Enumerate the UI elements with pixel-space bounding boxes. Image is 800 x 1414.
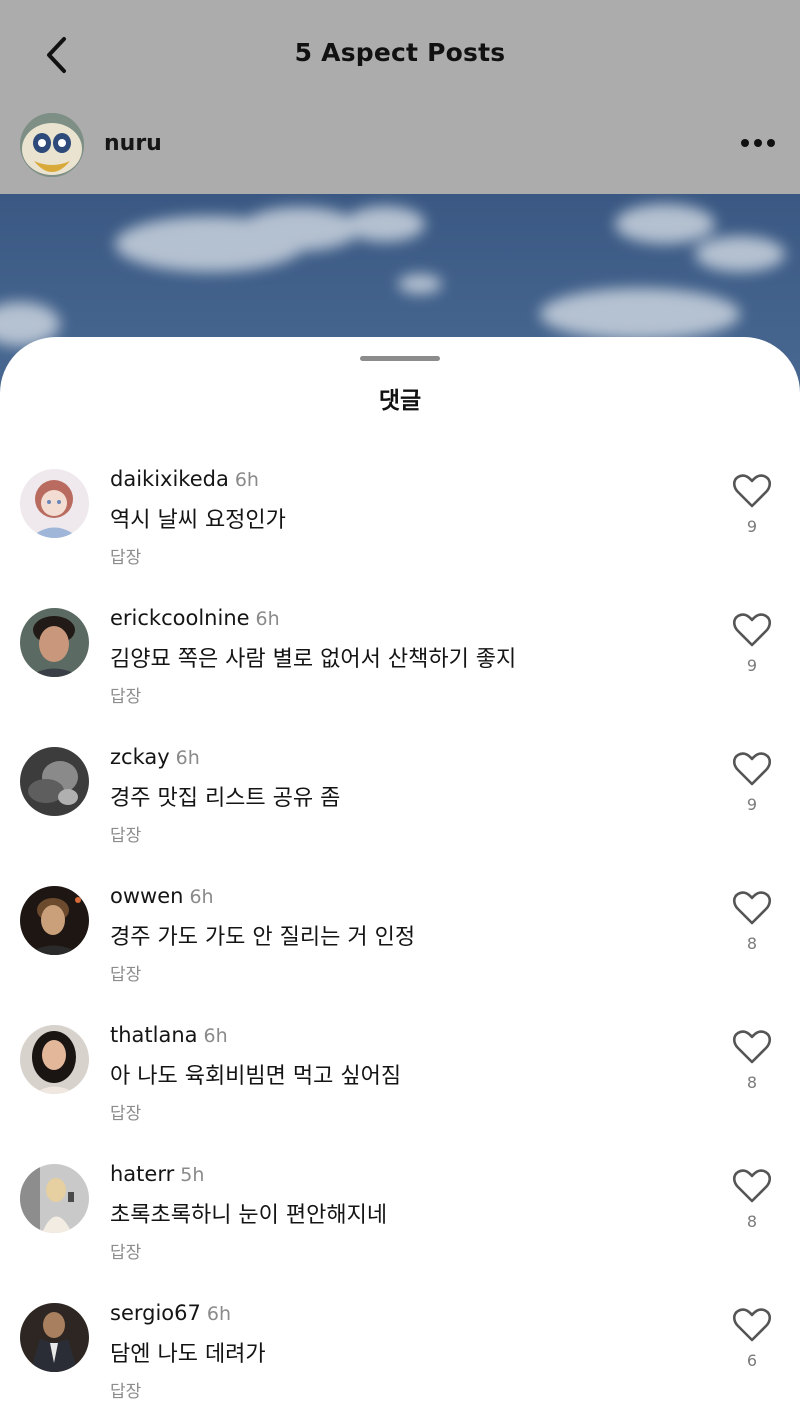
heart-icon[interactable]	[732, 1028, 772, 1066]
avatar[interactable]	[20, 1025, 89, 1094]
avatar-image	[20, 1303, 89, 1372]
avatar[interactable]	[20, 1164, 89, 1233]
comment-text: 담엔 나도 데려가	[110, 1342, 266, 1367]
comment-item: owwen 6h 경주 가도 가도 안 질리는 거 인정 답장 8	[0, 884, 800, 1023]
like-count: 8	[746, 934, 758, 953]
more-horizontal-icon	[741, 139, 775, 147]
reply-button[interactable]: 답장	[110, 960, 141, 985]
comment-username[interactable]: owwen	[110, 884, 183, 908]
heart-icon[interactable]	[732, 1167, 772, 1205]
comment-header: thatlana 6h	[110, 1023, 228, 1051]
like-count: 9	[746, 795, 758, 814]
reply-button[interactable]: 답장	[110, 1099, 141, 1124]
avatar[interactable]	[20, 469, 89, 538]
comment-time: 6h	[255, 608, 280, 630]
heart-icon[interactable]	[732, 889, 772, 927]
heart-icon[interactable]	[732, 1306, 772, 1344]
comments-title: 댓글	[378, 388, 422, 414]
comment-item: daikixikeda 6h 역시 날씨 요정인가 답장 9	[0, 467, 800, 606]
author-username[interactable]: nuru	[104, 131, 162, 156]
comment-header: zckay 6h	[110, 745, 200, 773]
comment-item: haterr 5h 초록초록하니 눈이 편안해지네 답장 8	[0, 1162, 800, 1301]
like-count: 6	[746, 1351, 758, 1370]
comment-username[interactable]: zckay	[110, 745, 170, 769]
comment-username[interactable]: daikixikeda	[110, 467, 229, 491]
comment-header: haterr 5h	[110, 1162, 204, 1190]
more-options-button[interactable]	[738, 128, 778, 158]
comment-time: 6h	[189, 886, 214, 908]
comment-username[interactable]: erickcoolnine	[110, 606, 250, 630]
comment-time: 6h	[175, 747, 200, 769]
comment-text: 역시 날씨 요정인가	[110, 508, 286, 533]
comment-header: sergio67 6h	[110, 1301, 231, 1329]
avatar-image	[20, 469, 89, 538]
comment-text: 경주 가도 가도 안 질리는 거 인정	[110, 925, 416, 950]
avatar[interactable]	[20, 608, 89, 677]
comment-item: erickcoolnine 6h 김양묘 쪽은 사람 별로 없어서 산책하기 좋지…	[0, 606, 800, 745]
comment-time: 5h	[180, 1164, 205, 1186]
comment-text: 김양묘 쪽은 사람 별로 없어서 산책하기 좋지	[110, 647, 517, 672]
comment-item: sergio67 6h 담엔 나도 데려가 답장 6	[0, 1301, 800, 1414]
page-title: 5 Aspect Posts	[294, 38, 506, 67]
comment-time: 6h	[234, 469, 259, 491]
avatar-image	[20, 747, 89, 816]
comment-header: daikixikeda 6h	[110, 467, 259, 495]
heart-icon[interactable]	[732, 611, 772, 649]
comment-item: zckay 6h 경주 맛집 리스트 공유 좀 답장 9	[0, 745, 800, 884]
comment-time: 6h	[206, 1303, 232, 1325]
comment-header: erickcoolnine 6h	[110, 606, 280, 634]
like-count: 9	[746, 656, 758, 675]
avatar-image	[20, 1025, 89, 1094]
sheet-drag-handle[interactable]	[360, 356, 440, 361]
comment-text: 아 나도 육회비빔면 먹고 싶어짐	[110, 1064, 402, 1089]
avatar[interactable]	[20, 1303, 89, 1372]
comments-screen: 5 Aspect Posts nuru 댓글 daikixikeda 6h 역시…	[0, 0, 800, 1414]
post-author-row: nuru	[0, 110, 800, 194]
avatar-image	[20, 1164, 89, 1233]
reply-button[interactable]: 답장	[110, 1238, 141, 1263]
comment-header: owwen 6h	[110, 884, 214, 912]
comment-time: 6h	[203, 1025, 228, 1047]
reply-button[interactable]: 답장	[110, 821, 141, 846]
author-avatar-image	[20, 113, 84, 177]
reply-button[interactable]: 답장	[110, 1377, 141, 1402]
comment-username[interactable]: haterr	[110, 1162, 174, 1186]
heart-icon[interactable]	[732, 750, 772, 788]
avatar-image	[20, 608, 89, 677]
comment-item: thatlana 6h 아 나도 육회비빔면 먹고 싶어짐 답장 8	[0, 1023, 800, 1162]
avatar-image	[20, 886, 89, 955]
reply-button[interactable]: 답장	[110, 682, 141, 707]
comment-text: 경주 맛집 리스트 공유 좀	[110, 786, 341, 811]
comment-username[interactable]: thatlana	[110, 1023, 198, 1047]
comment-text: 초록초록하니 눈이 편안해지네	[110, 1203, 388, 1228]
like-count: 8	[746, 1212, 758, 1231]
author-avatar[interactable]	[20, 113, 84, 177]
avatar[interactable]	[20, 747, 89, 816]
reply-button[interactable]: 답장	[110, 543, 141, 568]
avatar[interactable]	[20, 886, 89, 955]
like-count: 9	[746, 517, 758, 536]
heart-icon[interactable]	[732, 472, 772, 510]
comment-username[interactable]: sergio67	[110, 1301, 201, 1325]
top-navigation-bar: 5 Aspect Posts	[0, 0, 800, 110]
like-count: 8	[746, 1073, 758, 1092]
comments-sheet: 댓글 daikixikeda 6h 역시 날씨 요정인가 답장 9 erickc…	[0, 337, 800, 1414]
